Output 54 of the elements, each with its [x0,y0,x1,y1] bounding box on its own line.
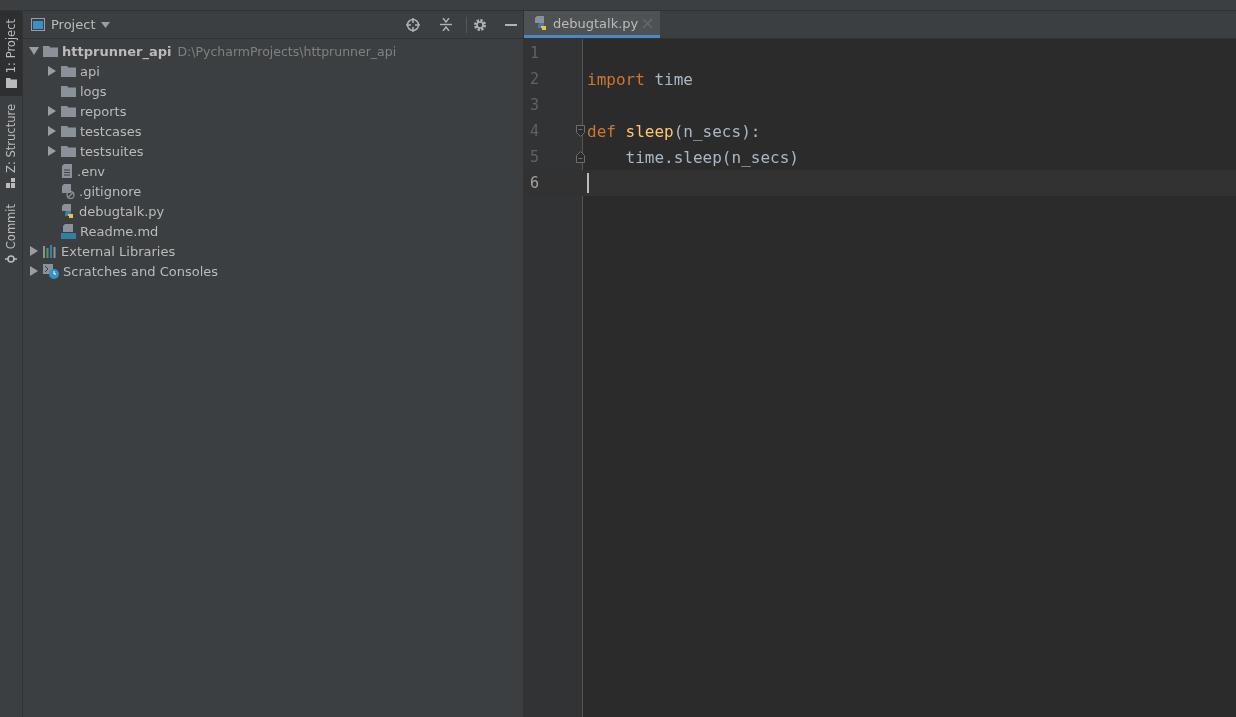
tree-item[interactable]: reports [80,103,127,119]
library-icon [43,244,57,258]
minimize-icon[interactable] [505,23,517,26]
folder-icon [61,85,76,97]
markdown-file-icon [61,223,76,239]
code-line: time.sleep(n_secs) [624,147,799,167]
line-number: 6 [529,174,541,192]
folder-icon [43,45,58,57]
tree-item[interactable]: Readme.md [80,223,159,239]
commit-icon [5,254,17,265]
folder-icon [61,105,76,117]
collapsed-arrow-icon[interactable] [47,66,57,76]
folder-icon [5,78,17,89]
folder-icon [61,125,76,137]
tool-window-tab[interactable]: Commit [0,196,22,273]
tool-window-tab[interactable]: 1: Project [0,11,22,97]
project-path: D:\PycharmProjects\httprunner_api [177,43,397,59]
text-cursor [587,173,589,193]
tree-item[interactable]: External Libraries [61,243,176,259]
collapsed-arrow-icon[interactable] [47,146,57,156]
tree-item[interactable]: Scratches and Consoles [63,263,219,279]
python-file-icon [61,203,75,219]
editor-tab[interactable]: debugtalk.py [524,11,661,38]
settings-icon[interactable] [473,17,487,32]
tree-item[interactable]: logs [80,83,107,99]
ignored-file-icon [61,183,75,199]
text-file-icon [61,164,73,178]
fold-marker-icon[interactable] [575,151,585,163]
collapsed-arrow-icon[interactable] [29,246,39,256]
tree-item[interactable]: .env [77,163,106,179]
fold-marker-icon[interactable] [575,125,585,137]
panel-title[interactable]: Project [51,17,96,32]
expanded-arrow-icon[interactable] [29,46,39,56]
collapse-all-icon[interactable] [440,18,452,31]
tree-item[interactable]: httprunner_api [62,43,172,59]
panel-icon [31,18,45,31]
collapsed-arrow-icon[interactable] [47,126,57,136]
tree-item[interactable]: testsuites [80,143,144,159]
structure-icon [6,178,16,189]
python-file-icon [534,15,548,31]
tree-item[interactable]: testcases [80,123,142,139]
folder-icon [61,65,76,77]
collapsed-arrow-icon[interactable] [47,106,57,116]
tree-item[interactable]: api [80,63,100,79]
locate-icon[interactable] [406,17,420,32]
code-line: def sleep(n_secs): [587,121,761,141]
tool-window-tab[interactable]: Z: Structure [0,96,22,197]
collapsed-arrow-icon[interactable] [29,266,39,276]
folder-icon [61,145,76,157]
dropdown-caret-icon[interactable] [101,21,111,28]
code-line: import time [587,69,693,89]
scratches-icon [43,263,59,279]
tree-item[interactable]: .gitignore [79,183,142,199]
tree-item[interactable]: debugtalk.py [79,203,165,219]
